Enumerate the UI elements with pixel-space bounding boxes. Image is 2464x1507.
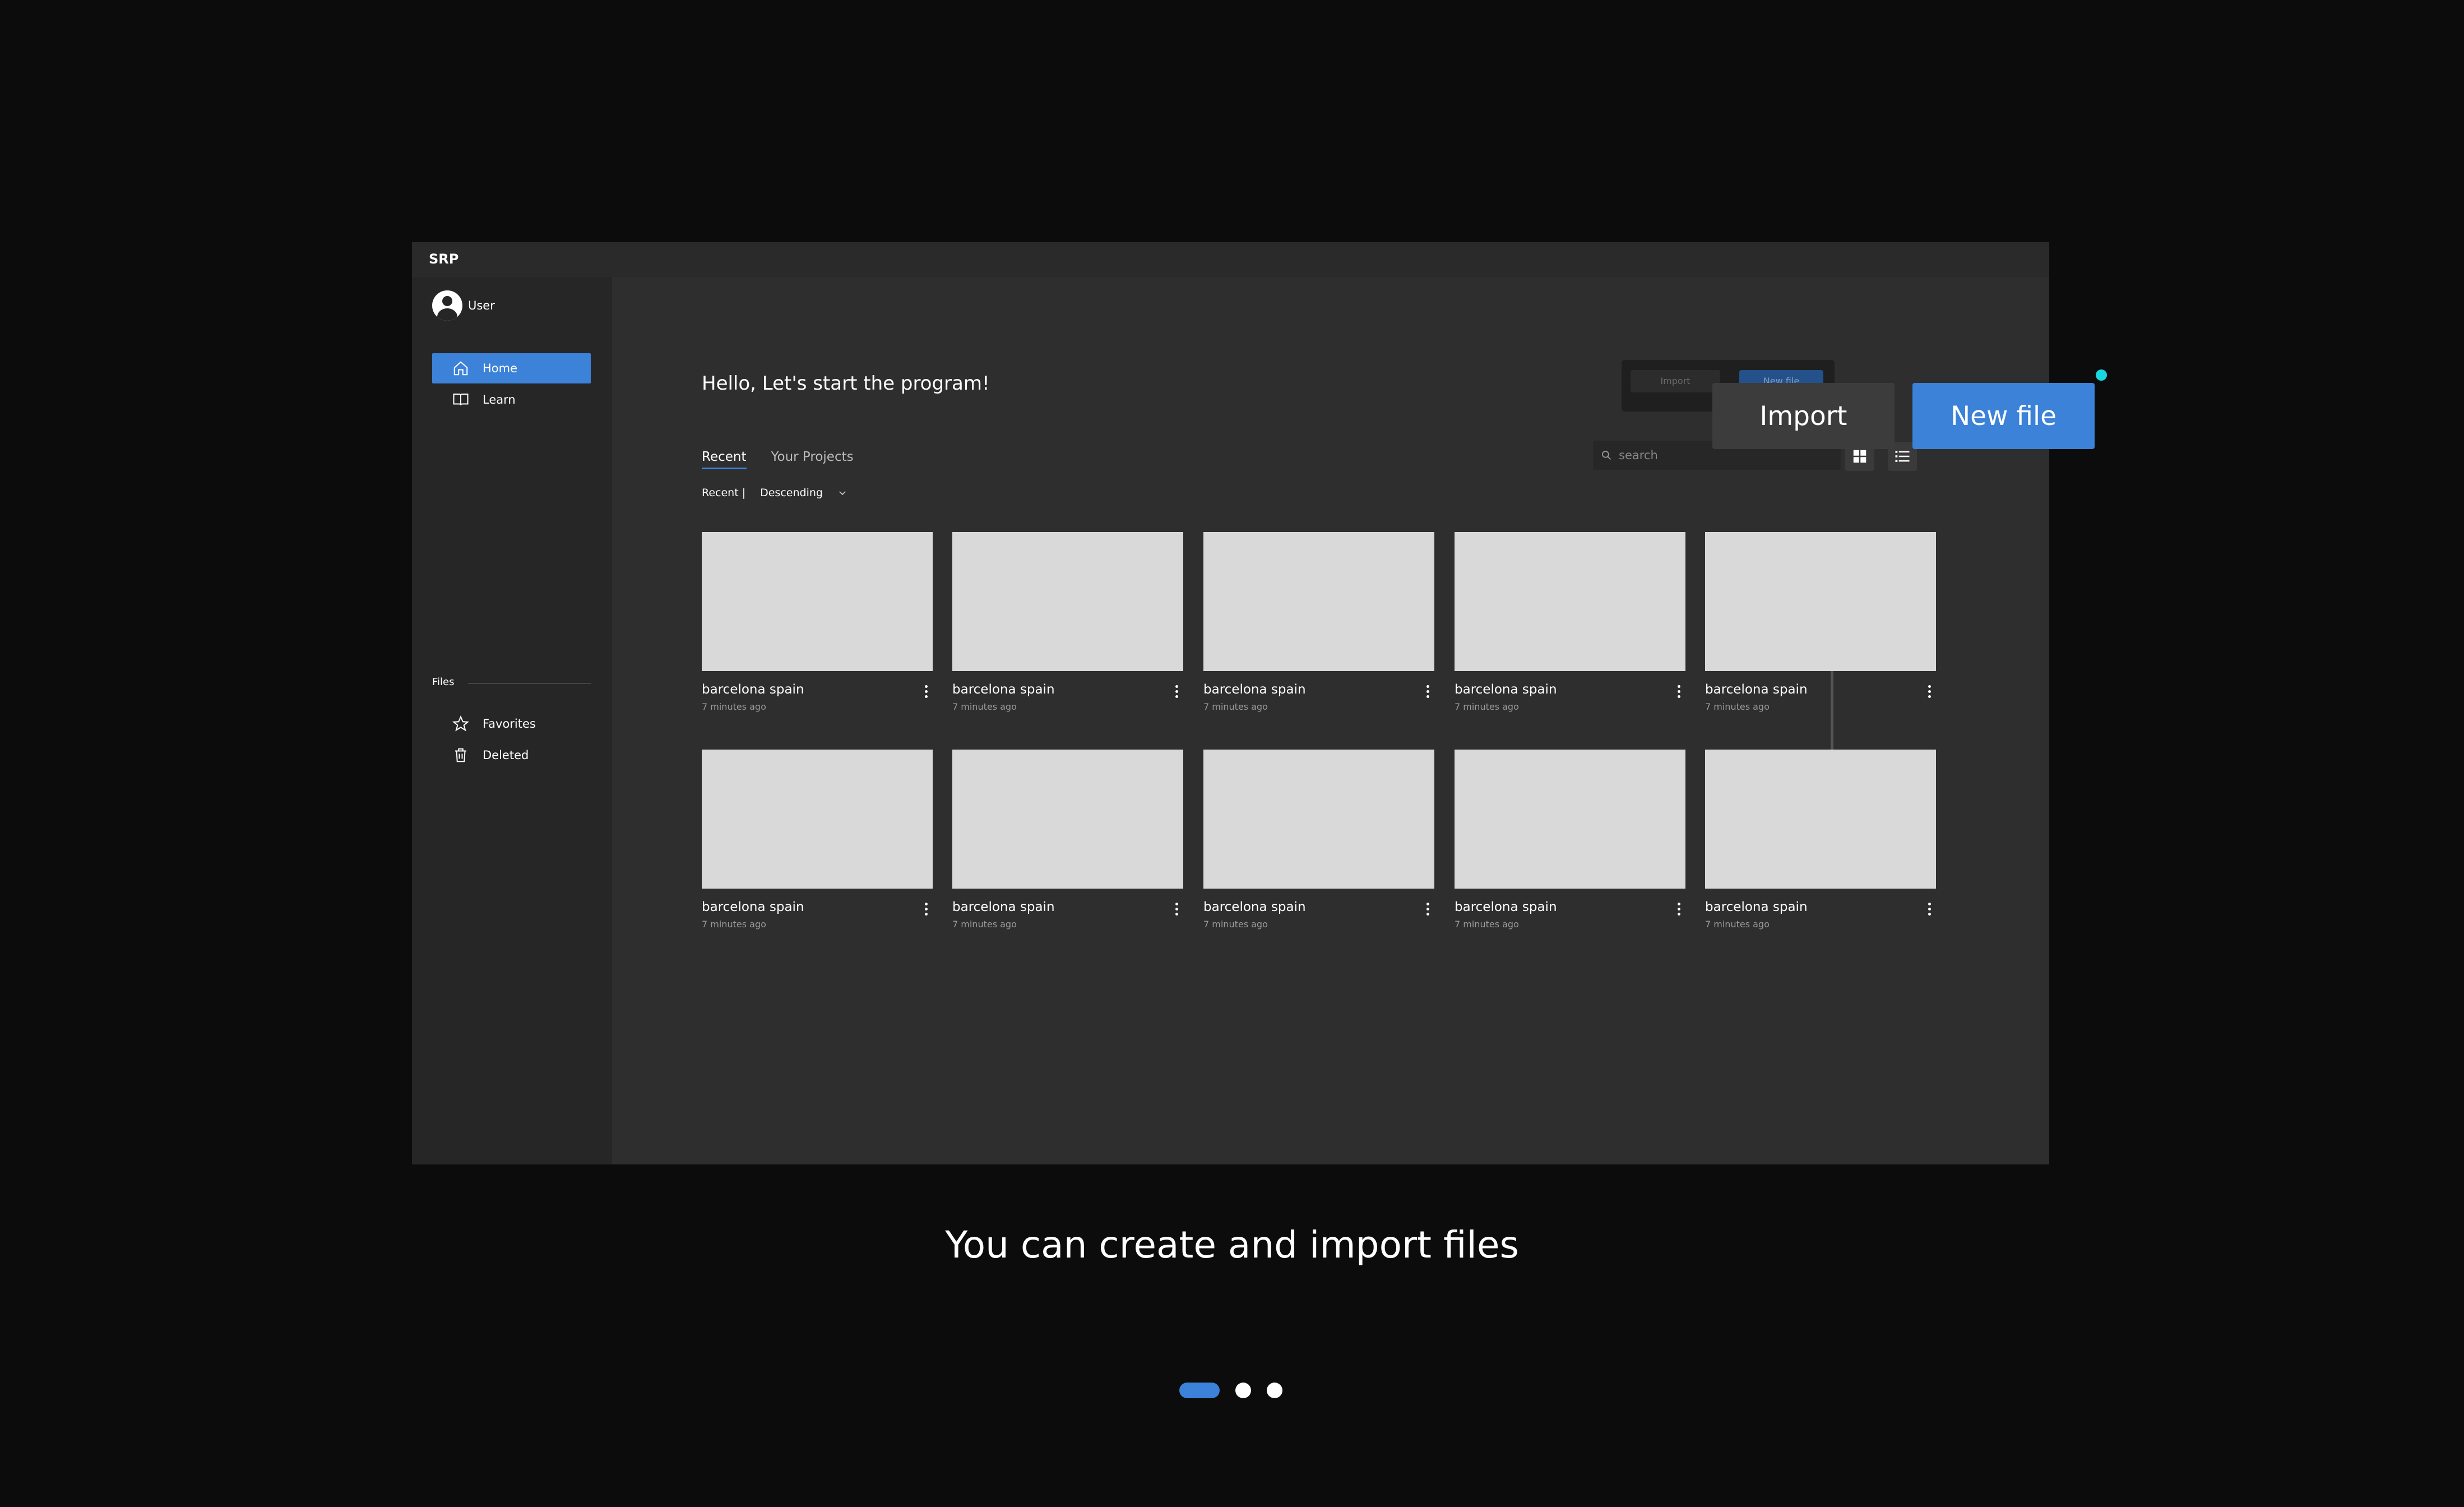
callout-new-file-button[interactable]: New file [1912, 383, 2095, 449]
tutorial-caption: You can create and import files [945, 1223, 1519, 1266]
sidebar-item-home[interactable]: Home [432, 353, 591, 383]
import-button[interactable]: Import [1631, 370, 1720, 392]
file-thumbnail [702, 532, 933, 671]
app-title: SRP [429, 251, 459, 267]
file-card[interactable]: barcelona spain 7 minutes ago [1455, 532, 1685, 712]
trash-icon [455, 748, 466, 762]
file-card[interactable]: barcelona spain 7 minutes ago [702, 532, 933, 712]
file-title: barcelona spain [1203, 900, 1306, 914]
file-timestamp: 7 minutes ago [1455, 919, 1519, 930]
highlight-indicator [2096, 369, 2107, 381]
file-card[interactable]: barcelona spain 7 minutes ago [1705, 532, 1936, 712]
file-card[interactable]: barcelona spain 7 minutes ago [952, 750, 1183, 930]
more-options-icon[interactable] [1171, 898, 1182, 920]
file-card[interactable]: barcelona spain 7 minutes ago [952, 532, 1183, 712]
page-title: Hello, Let's start the program! [702, 372, 990, 395]
more-options-icon[interactable] [920, 680, 932, 702]
file-title: barcelona spain [1705, 900, 1808, 914]
file-timestamp: 7 minutes ago [1203, 701, 1268, 712]
file-timestamp: 7 minutes ago [702, 919, 766, 930]
chevron-down-icon[interactable] [837, 488, 847, 498]
more-options-icon[interactable] [1673, 680, 1684, 702]
file-thumbnail [952, 750, 1183, 889]
file-timestamp: 7 minutes ago [952, 919, 1017, 930]
file-title: barcelona spain [1455, 900, 1557, 914]
page-dot-3[interactable] [1267, 1383, 1282, 1398]
user-name: User [468, 299, 495, 312]
sidebar-item-label: Favorites [483, 717, 536, 731]
more-options-icon[interactable] [1673, 898, 1684, 920]
page-indicator [1179, 1383, 1282, 1398]
file-title: barcelona spain [1705, 682, 1808, 697]
sidebar-item-deleted[interactable]: Deleted [432, 740, 591, 770]
file-timestamp: 7 minutes ago [952, 701, 1017, 712]
file-thumbnail [1705, 750, 1936, 889]
file-title: barcelona spain [952, 682, 1055, 697]
file-timestamp: 7 minutes ago [702, 701, 766, 712]
file-card[interactable]: barcelona spain 7 minutes ago [1203, 750, 1434, 930]
file-thumbnail [952, 532, 1183, 671]
sidebar-item-learn[interactable]: Learn [432, 385, 591, 415]
file-card[interactable]: barcelona spain 7 minutes ago [1455, 750, 1685, 930]
sort-control: Recent | Descending [702, 487, 847, 499]
page-dot-2[interactable] [1235, 1383, 1251, 1398]
file-card[interactable]: barcelona spain 7 minutes ago [702, 750, 933, 930]
file-timestamp: 7 minutes ago [1705, 919, 1770, 930]
file-card[interactable]: barcelona spain 7 minutes ago [1705, 750, 1936, 930]
home-icon [453, 361, 468, 376]
more-options-icon[interactable] [1924, 898, 1935, 920]
list-icon [1895, 451, 1910, 462]
more-options-icon[interactable] [1422, 680, 1433, 702]
file-thumbnail [1455, 750, 1685, 889]
sort-label: Recent | [702, 487, 746, 499]
file-title: barcelona spain [1203, 682, 1306, 697]
callout-import-button[interactable]: Import [1712, 383, 1895, 449]
tab-bar: Recent Your Projects [702, 450, 854, 469]
tab-your-projects[interactable]: Your Projects [771, 450, 854, 469]
search-placeholder: search [1619, 449, 1658, 462]
more-options-icon[interactable] [1422, 898, 1433, 920]
sidebar-item-label: Home [483, 362, 518, 375]
file-thumbnail [1455, 532, 1685, 671]
star-icon [452, 715, 469, 732]
more-options-icon[interactable] [1924, 680, 1935, 702]
file-timestamp: 7 minutes ago [1203, 919, 1268, 930]
search-icon [1602, 451, 1611, 460]
avatar [432, 290, 462, 321]
sort-order-dropdown[interactable]: Descending [760, 487, 823, 499]
grid-icon [1853, 450, 1866, 463]
file-timestamp: 7 minutes ago [1705, 701, 1770, 712]
sidebar-item-favorites[interactable]: Favorites [432, 709, 591, 739]
file-title: barcelona spain [1455, 682, 1557, 697]
sidebar: User Home Learn Files Favorites Deleted [412, 277, 612, 1164]
onboarding-stage: SRP User Home Learn Files Favorites Dele… [0, 0, 2464, 1507]
file-thumbnail [1203, 750, 1434, 889]
user-profile[interactable]: User [432, 290, 495, 321]
more-options-icon[interactable] [1171, 680, 1182, 702]
page-dot-1[interactable] [1179, 1383, 1220, 1398]
sidebar-item-label: Deleted [483, 748, 529, 762]
book-icon [453, 394, 469, 406]
file-thumbnail [702, 750, 933, 889]
more-options-icon[interactable] [920, 898, 932, 920]
app-window: SRP User Home Learn Files Favorites Dele… [412, 242, 2049, 1164]
file-title: barcelona spain [952, 900, 1055, 914]
divider [468, 683, 591, 684]
file-title: barcelona spain [702, 900, 804, 914]
file-timestamp: 7 minutes ago [1455, 701, 1519, 712]
file-thumbnail [1705, 532, 1936, 671]
file-card[interactable]: barcelona spain 7 minutes ago [1203, 532, 1434, 712]
files-section-heading: Files [432, 676, 455, 688]
file-thumbnail [1203, 532, 1434, 671]
tab-recent[interactable]: Recent [702, 450, 747, 469]
file-title: barcelona spain [702, 682, 804, 697]
sidebar-item-label: Learn [483, 393, 516, 406]
